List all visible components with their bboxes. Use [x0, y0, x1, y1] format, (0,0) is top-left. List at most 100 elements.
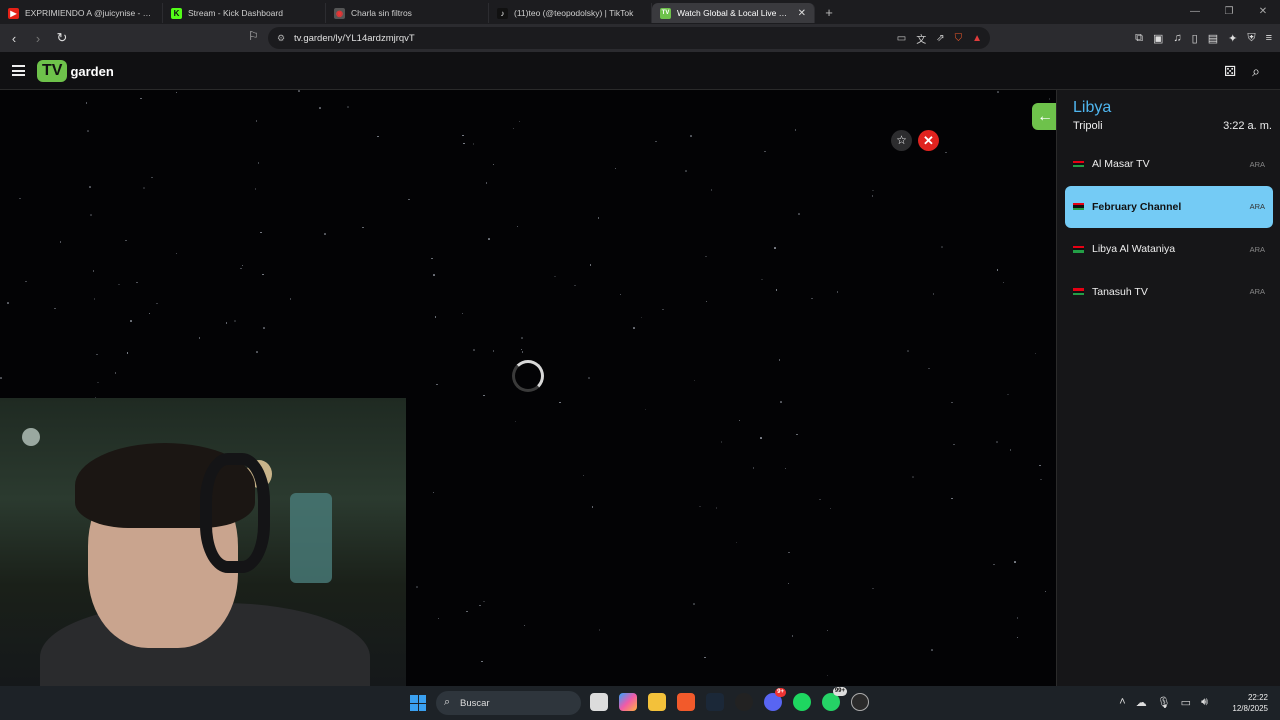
star-dot — [97, 381, 99, 384]
star-dot — [433, 274, 435, 276]
task-view-icon[interactable] — [590, 693, 608, 711]
star-dot — [416, 586, 418, 588]
star-dot — [90, 214, 92, 216]
microphone-icon[interactable]: 🎙︎ — [1157, 696, 1171, 709]
star-dot — [633, 327, 635, 329]
browser-tab[interactable]: K Stream - Kick Dashboard — [163, 3, 326, 23]
star-dot — [932, 293, 935, 295]
url-field[interactable]: ⚙ tv.garden/ly/YL14ardzmjrqvT ▭ 文 ⇗ ⛉ ▲ — [268, 27, 990, 49]
taskbar-search-placeholder: Buscar — [460, 697, 490, 709]
taskbar-clock[interactable]: 22:22 12/8/2025 — [1232, 692, 1268, 714]
site-settings-icon[interactable]: ⚙ — [277, 33, 285, 44]
star-dot — [512, 127, 515, 130]
restore-icon[interactable]: ❐ — [1212, 0, 1246, 24]
random-channel-icon[interactable]: ⚄ — [1224, 63, 1236, 80]
star-dot — [347, 106, 349, 108]
star-dot — [255, 120, 258, 122]
star-dot — [597, 217, 600, 219]
channel-item[interactable]: Al Masar TV ARA — [1065, 143, 1273, 185]
copilot-icon[interactable] — [619, 693, 637, 711]
star-dot — [59, 241, 62, 243]
brave-shield-icon[interactable]: ⛉ — [955, 33, 963, 44]
steam-icon[interactable] — [706, 693, 724, 711]
obs-icon[interactable] — [851, 693, 869, 711]
vpn-icon[interactable]: ⛨ — [1247, 32, 1255, 45]
spotify-icon[interactable] — [793, 693, 811, 711]
close-tab-icon[interactable]: ✕ — [798, 8, 806, 19]
search-icon[interactable]: ⌕ — [1252, 63, 1260, 80]
browser-tab-active[interactable]: TV Watch Global & Local Live TV Online ✕ — [652, 3, 815, 23]
headphones-shape — [200, 453, 270, 573]
star-dot — [148, 312, 151, 315]
search-icon: ⌕ — [444, 696, 451, 708]
star-dot — [912, 476, 914, 478]
country-name: Libya — [1073, 99, 1112, 116]
browser-tab[interactable]: ◉ Charla sin filtros — [326, 3, 489, 23]
star-dot — [1009, 449, 1012, 451]
star-dot — [953, 443, 955, 446]
star-dot — [254, 188, 257, 190]
channel-item[interactable]: Tanasuh TV ARA — [1065, 271, 1273, 313]
star-dot — [582, 474, 585, 477]
star-dot — [241, 264, 244, 267]
network-icon[interactable]: ▭ — [1181, 696, 1191, 709]
whatsapp-icon[interactable]: 99+ — [822, 687, 847, 711]
tiktok-icon: ♪ — [497, 7, 508, 19]
cast-icon[interactable]: ▭ — [897, 33, 906, 44]
back-icon[interactable]: ‹ — [4, 31, 24, 46]
windows-start-icon[interactable] — [410, 695, 426, 711]
star-dot — [662, 308, 664, 311]
taskbar-search[interactable]: ⌕ Buscar — [436, 691, 581, 715]
star-dot — [761, 278, 763, 281]
star-dot — [96, 353, 98, 356]
volume-icon[interactable]: 🔊︎ — [1201, 696, 1208, 709]
leo-ai-icon[interactable]: ✦ — [1228, 32, 1237, 45]
music-icon[interactable]: ♫ — [1173, 32, 1181, 44]
wallet-icon[interactable]: ▤ — [1208, 32, 1218, 45]
star-dot — [481, 660, 483, 663]
chevron-up-icon[interactable]: ˄ — [1119, 696, 1125, 709]
forward-icon[interactable]: › — [28, 31, 48, 46]
brave-rewards-icon[interactable]: ▲ — [972, 33, 982, 44]
brave-browser-icon[interactable] — [677, 693, 695, 711]
star-dot — [720, 441, 723, 443]
star-dot — [19, 197, 21, 200]
menu-icon[interactable]: ≡ — [1266, 32, 1272, 44]
hamburger-menu-icon[interactable] — [12, 65, 25, 76]
browser-tab[interactable]: ♪ (11)teo (@teopodolsky) | TikTok — [489, 3, 652, 23]
star-dot — [472, 143, 475, 145]
star-dot — [263, 327, 265, 329]
share-icon[interactable]: ⇗ — [936, 33, 944, 44]
star-dot — [485, 182, 488, 184]
minimize-icon[interactable]: — — [1178, 0, 1212, 24]
browser-tab[interactable]: ▶ EXPRIMIENDO A @juicynise - YouTube — [0, 3, 163, 23]
star-dot — [574, 284, 576, 287]
close-window-icon[interactable]: ✕ — [1246, 0, 1280, 24]
star-dot — [945, 151, 947, 154]
favorite-button[interactable]: ☆ — [891, 130, 912, 151]
screenshot-icon[interactable]: ▣ — [1153, 32, 1163, 45]
address-toolbar: ‹ › ↻ ⚐ ⚙ tv.garden/ly/YL14ardzmjrqvT ▭ … — [0, 24, 1280, 52]
channel-item[interactable]: Libya Al Wataniya ARA — [1065, 228, 1273, 270]
globe-stage[interactable]: ☆ ✕ — [0, 90, 1056, 686]
onedrive-icon[interactable]: ☁ — [1136, 696, 1147, 709]
star-dot — [431, 257, 433, 260]
star-dot — [794, 129, 797, 131]
new-tab-button[interactable]: + — [819, 5, 839, 20]
star-dot — [377, 135, 379, 138]
bookmark-icon[interactable]: ⚐ — [248, 29, 259, 43]
file-explorer-icon[interactable] — [648, 693, 666, 711]
reload-icon[interactable]: ↻ — [52, 30, 72, 46]
close-player-button[interactable]: ✕ — [918, 130, 939, 151]
channel-item-selected[interactable]: February Channel ARA — [1065, 185, 1273, 228]
logitech-icon[interactable] — [735, 693, 753, 711]
sidebar-icon[interactable]: ▯ — [1192, 32, 1198, 45]
extensions-icon[interactable]: ⧉ — [1135, 32, 1143, 45]
tvgarden-logo[interactable]: TV garden — [37, 60, 114, 82]
star-dot — [463, 142, 465, 145]
translate-icon[interactable]: 文 — [916, 31, 926, 46]
star-dot — [907, 350, 909, 352]
collapse-panel-button[interactable]: ← — [1032, 103, 1058, 130]
discord-icon[interactable]: 9+ — [764, 688, 786, 711]
star-dot — [198, 337, 201, 339]
